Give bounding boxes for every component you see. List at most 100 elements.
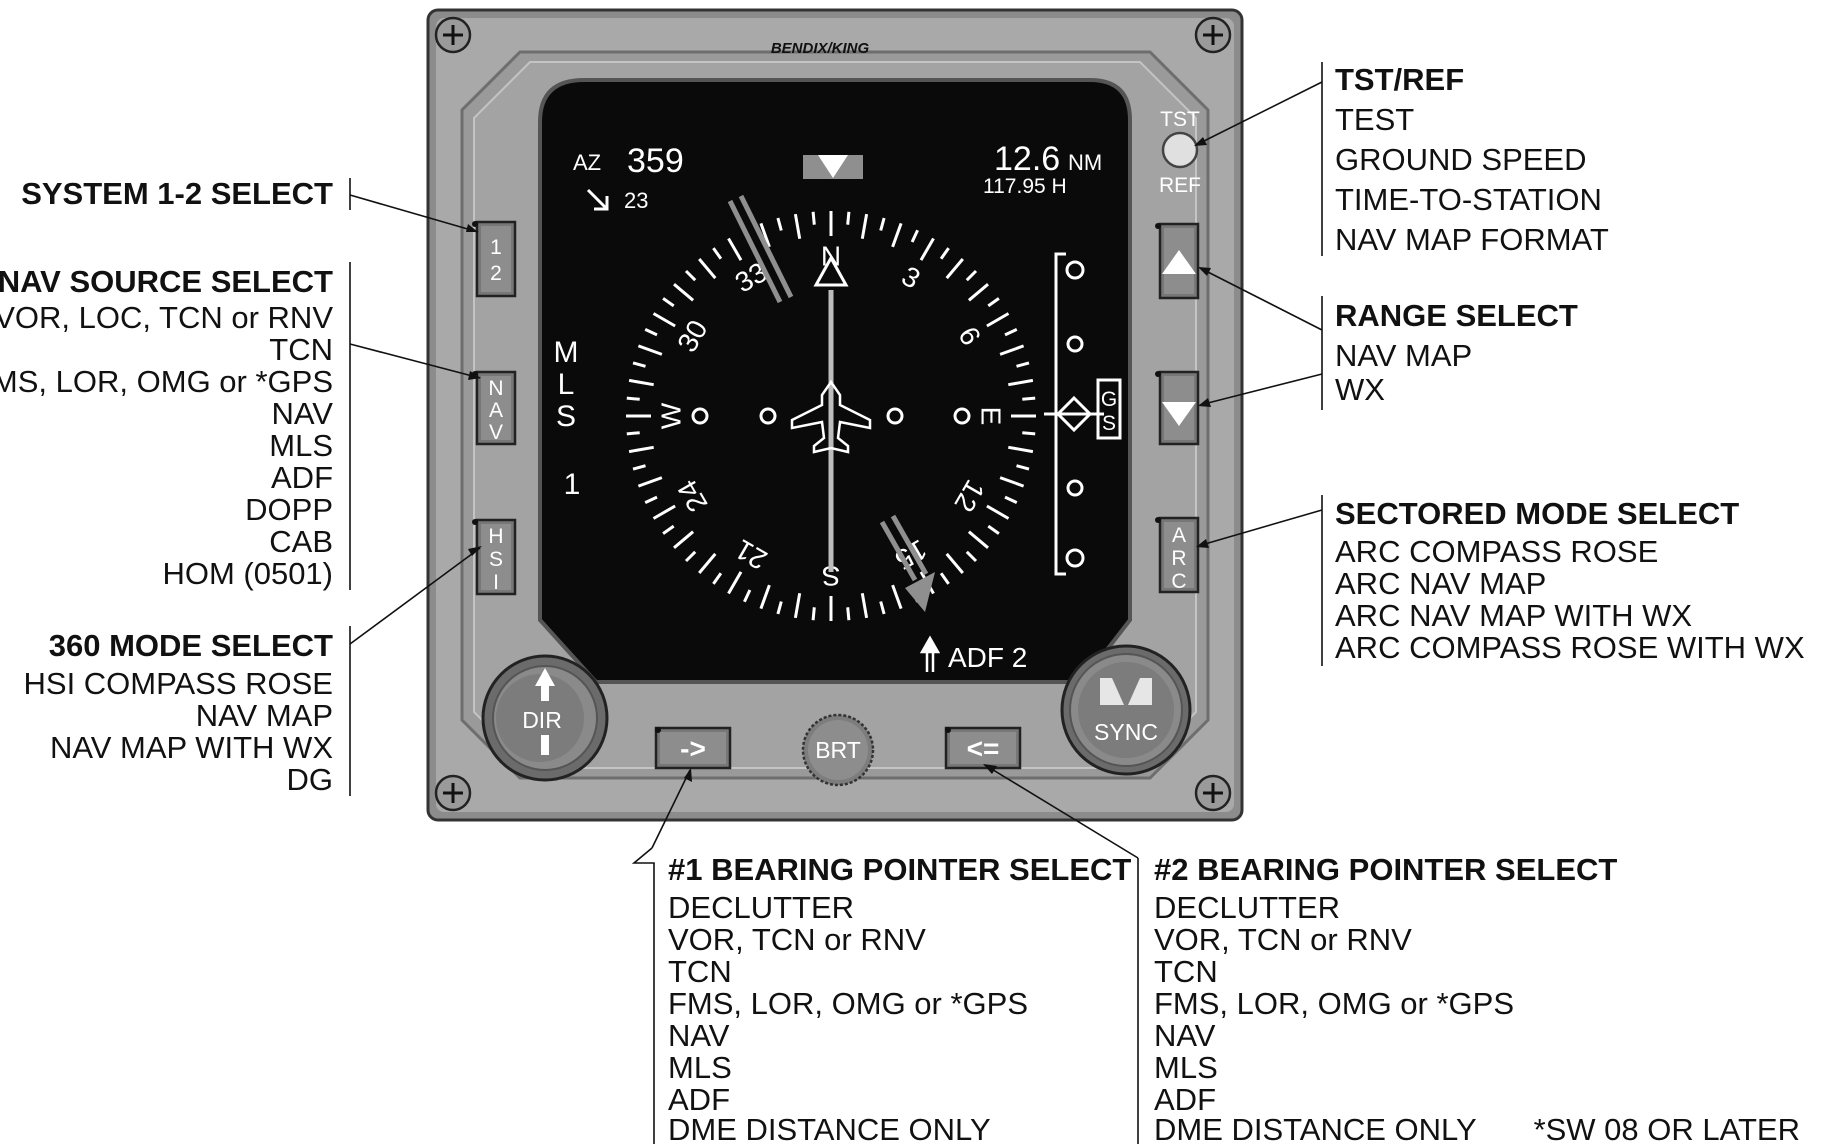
callout-item: HSI COMPASS ROSE — [24, 666, 334, 701]
callout-item: VOR, TCN or RNV — [668, 922, 926, 957]
callout-title: TST/REF — [1335, 62, 1464, 97]
svg-text:A: A — [489, 399, 503, 422]
svg-text:A: A — [1172, 524, 1186, 547]
dir-knob[interactable]: DIR — [481, 654, 609, 782]
bearing-1-label: -> — [680, 733, 706, 764]
range-up-button[interactable] — [1155, 222, 1200, 300]
adf-label: ADF 2 — [948, 642, 1027, 673]
frequency-readout: 117.95 H — [983, 175, 1067, 198]
callout-item: HOM (0501) — [162, 556, 333, 591]
az-label: AZ — [573, 150, 601, 175]
callout-item: DG — [287, 762, 334, 797]
callout-item: NAV MAP — [196, 698, 333, 733]
footnote: *SW 08 OR LATER — [1534, 1112, 1800, 1144]
screw-icon — [1194, 774, 1232, 812]
compass-tick — [626, 396, 640, 401]
compass-tick — [626, 431, 640, 436]
svg-text:N: N — [488, 377, 503, 400]
callout-system-select: SYSTEM 1-2 SELECT — [21, 176, 333, 211]
wind-value: 23 — [624, 188, 648, 213]
compass-tick — [846, 607, 851, 621]
brt-knob[interactable]: BRT — [801, 713, 875, 787]
svg-text:V: V — [489, 421, 503, 444]
svg-text:H: H — [488, 525, 503, 548]
hsi-button[interactable]: H S I — [472, 518, 517, 596]
bearing-1-button[interactable]: -> — [654, 726, 732, 770]
callout-title: #2 BEARING POINTER SELECT — [1154, 852, 1617, 887]
callout-title: SECTORED MODE SELECT — [1335, 496, 1739, 531]
source-letter: L — [558, 368, 575, 401]
hsi-diagram: BENDIX/KING N36E1215S2124W3033 AZ 359 23… — [0, 8, 1805, 1144]
tst-ref-button[interactable]: TST REF — [1159, 108, 1201, 197]
nav-button[interactable]: N A V — [472, 370, 517, 446]
callout-item: ARC NAV MAP — [1335, 566, 1546, 601]
arc-button[interactable]: A R C — [1155, 516, 1200, 594]
compass-label: E — [976, 407, 1007, 426]
range-down-button[interactable] — [1155, 370, 1200, 446]
callout-title: 360 MODE SELECT — [49, 628, 333, 663]
callout-360-mode: 360 MODE SELECT HSI COMPASS ROSE NAV MAP… — [24, 628, 334, 797]
sync-label: SYNC — [1094, 719, 1158, 745]
bearing-2-label: <= — [967, 733, 1000, 764]
svg-text:2: 2 — [490, 262, 502, 285]
callout-item: DOPP — [245, 492, 333, 527]
bearing-2-button[interactable]: <= — [944, 726, 1022, 770]
callout-item: DECLUTTER — [668, 890, 854, 925]
compass-label: W — [656, 402, 687, 429]
callout-item: NAV MAP — [1335, 338, 1472, 373]
callout-item: DECLUTTER — [1154, 890, 1340, 925]
sync-knob[interactable]: SYNC — [1060, 644, 1192, 776]
callout-range-select: RANGE SELECT NAV MAP WX — [1335, 298, 1578, 407]
callout-item: FMS, LOR, OMG or *GPS — [0, 364, 333, 399]
callout-item: ARC NAV MAP WITH WX — [1335, 598, 1692, 633]
callout-item: ARC COMPASS ROSE WITH WX — [1335, 630, 1805, 665]
callout-item: MLS — [1154, 1050, 1218, 1085]
callout-item: FMS, LOR, OMG or *GPS — [1154, 986, 1514, 1021]
source-letter: S — [556, 400, 576, 433]
callout-item: NAV — [1154, 1018, 1216, 1053]
callout-item: CAB — [269, 524, 333, 559]
callout-title: NAV SOURCE SELECT — [0, 264, 333, 299]
source-number: 1 — [564, 468, 581, 501]
callout-item: VOR, LOC, TCN or RNV — [0, 300, 333, 335]
callout-item: TCN — [668, 954, 732, 989]
compass-tick — [811, 211, 816, 225]
callout-item: TCN — [269, 332, 333, 367]
ref-label: REF — [1159, 174, 1201, 197]
callout-bearing-2: #2 BEARING POINTER SELECT DECLUTTER VOR,… — [1154, 852, 1617, 1144]
callout-item: TCN — [1154, 954, 1218, 989]
callout-item: MLS — [269, 428, 333, 463]
svg-text:1: 1 — [490, 236, 502, 259]
compass-tick — [846, 211, 851, 225]
callout-item: GROUND SPEED — [1335, 142, 1586, 177]
callout-item: ARC COMPASS ROSE — [1335, 534, 1658, 569]
callout-item: TIME-TO-STATION — [1335, 182, 1602, 217]
callout-item: NAV — [272, 396, 334, 431]
callout-sectored-mode: SECTORED MODE SELECT ARC COMPASS ROSE AR… — [1335, 496, 1805, 665]
callout-item: WX — [1335, 372, 1385, 407]
system-1-2-button[interactable]: 1 2 — [472, 220, 517, 298]
compass-tick — [1022, 396, 1036, 401]
dir-label: DIR — [522, 707, 562, 733]
callout-tst-ref: TST/REF TEST GROUND SPEED TIME-TO-STATIO… — [1335, 62, 1609, 257]
svg-text:I: I — [493, 571, 499, 594]
distance-value: 12.6 — [994, 140, 1060, 178]
screw-icon — [434, 774, 472, 812]
tst-label: TST — [1160, 108, 1200, 131]
callout-item: FMS, LOR, OMG or *GPS — [668, 986, 1028, 1021]
callout-title: SYSTEM 1-2 SELECT — [21, 176, 333, 211]
callout-bearing-1: #1 BEARING POINTER SELECT DECLUTTER VOR,… — [668, 852, 1131, 1144]
callout-item: TEST — [1335, 102, 1414, 137]
callout-title: RANGE SELECT — [1335, 298, 1578, 333]
az-value: 359 — [627, 142, 684, 180]
svg-text:S: S — [489, 548, 503, 571]
svg-text:C: C — [1171, 570, 1186, 593]
brand-label: BENDIX/KING — [771, 40, 870, 57]
callout-item: NAV — [668, 1018, 730, 1053]
callout-item: DME DISTANCE ONLY — [1154, 1112, 1477, 1144]
compass-tick — [811, 607, 816, 621]
gs-letter: S — [1102, 412, 1116, 435]
source-letter: M — [554, 336, 579, 369]
callout-item: MLS — [668, 1050, 732, 1085]
callout-item: DME DISTANCE ONLY — [668, 1112, 991, 1144]
